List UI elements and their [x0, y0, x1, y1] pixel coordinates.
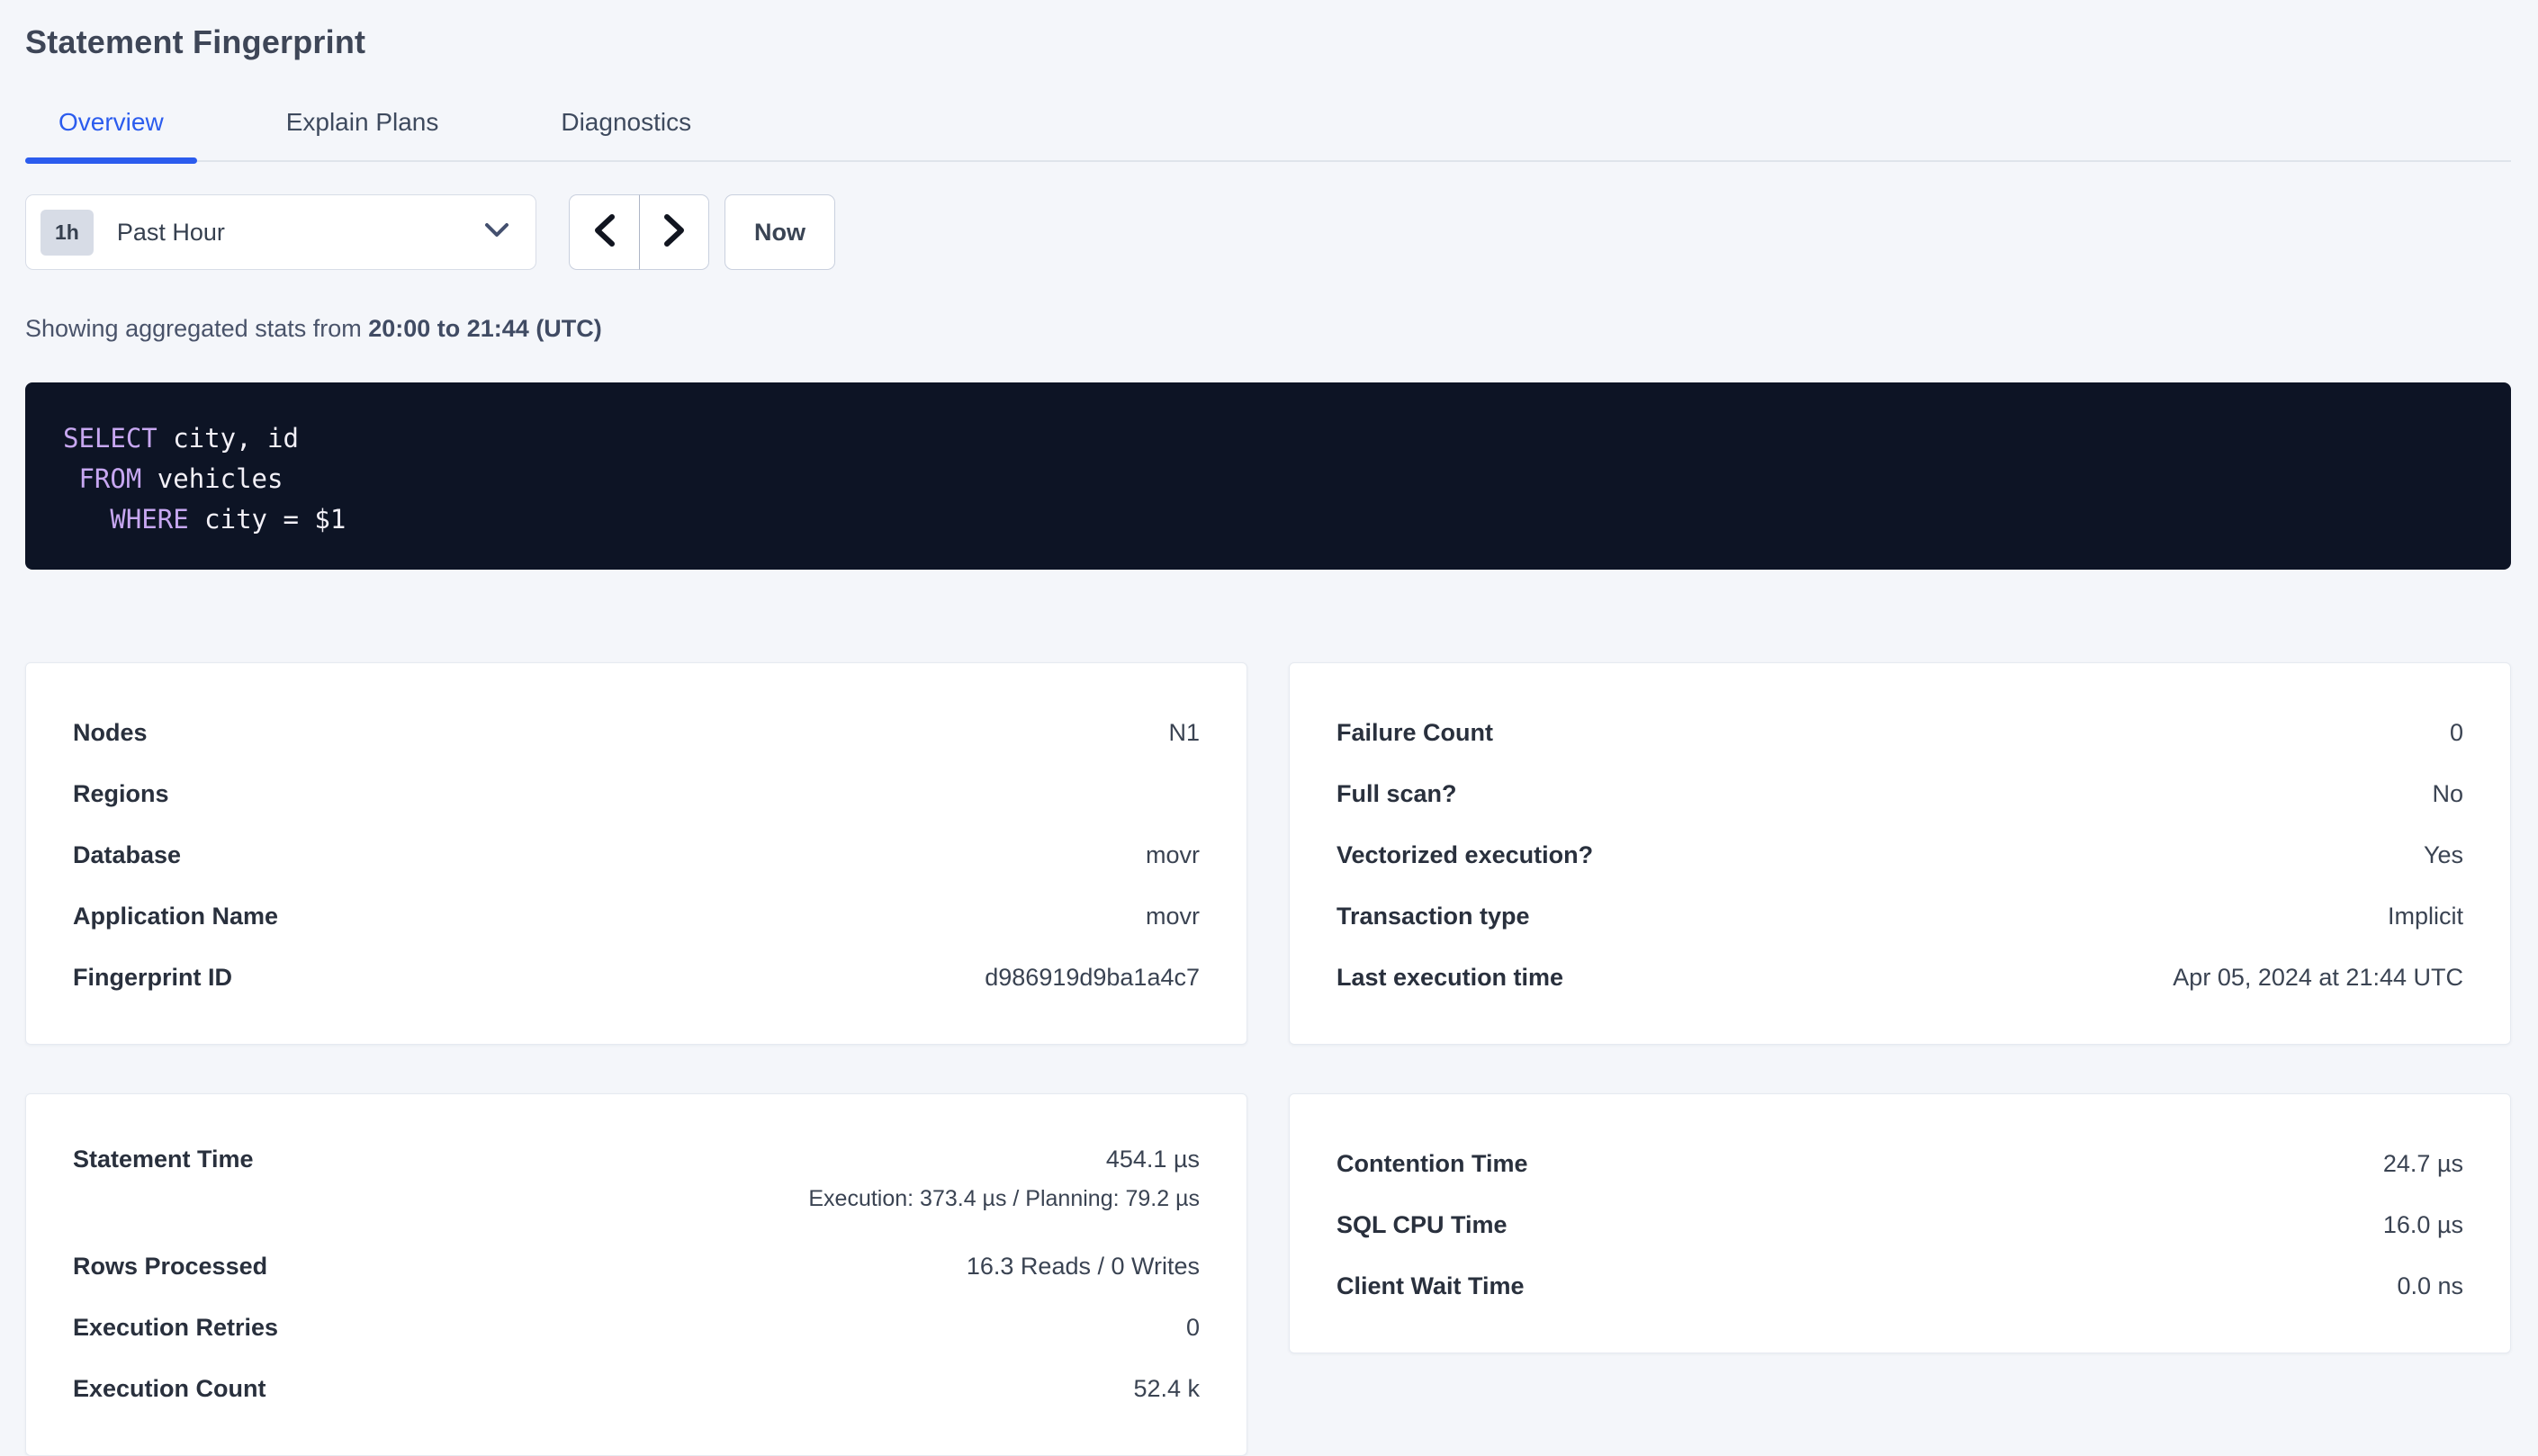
- table-row: Execution Count 52.4 k: [73, 1358, 1200, 1419]
- time-step-buttons: [569, 194, 709, 270]
- table-row: Nodes N1: [73, 702, 1200, 763]
- row-value: 52.4 k: [1133, 1375, 1200, 1403]
- row-value: Yes: [2424, 841, 2463, 869]
- row-value: 0: [1186, 1314, 1200, 1342]
- time-toolbar: 1h Past Hour Now: [25, 194, 2511, 270]
- table-row: Vectorized execution? Yes: [1336, 824, 2463, 885]
- row-value: movr: [1146, 841, 1200, 869]
- row-value: Apr 05, 2024 at 21:44 UTC: [2173, 964, 2463, 992]
- sql-text: city = $1: [189, 504, 346, 535]
- caption-prefix: Showing aggregated stats from: [25, 315, 368, 342]
- row-label: Vectorized execution?: [1336, 841, 1593, 869]
- application-name-link[interactable]: movr: [1146, 903, 1200, 930]
- table-row: Failure Count 0: [1336, 702, 2463, 763]
- sql-text: vehicles: [141, 463, 283, 494]
- time-range-label: Past Hour: [117, 219, 483, 247]
- sql-text: city, id: [158, 423, 299, 454]
- row-label: Execution Count: [73, 1375, 266, 1403]
- time-range-dropdown[interactable]: 1h Past Hour: [25, 194, 536, 270]
- execution-attributes-card: Failure Count 0 Full scan? No Vectorized…: [1289, 662, 2511, 1045]
- row-value: d986919d9ba1a4c7: [985, 964, 1200, 992]
- table-row: Contention Time 24.7 µs: [1336, 1133, 2463, 1194]
- statement-time-value: 454.1 µs: [808, 1146, 1200, 1173]
- caption-range: 20:00 to 21:44 (UTC): [368, 315, 602, 342]
- row-value: 0.0 ns: [2397, 1272, 2463, 1300]
- sql-keyword: SELECT: [63, 423, 158, 454]
- row-label: Database: [73, 841, 181, 869]
- page-content: Statement Fingerprint Overview Explain P…: [0, 0, 2538, 1456]
- row-label: Full scan?: [1336, 780, 1457, 808]
- row-label: Last execution time: [1336, 964, 1563, 992]
- now-button[interactable]: Now: [724, 194, 835, 270]
- tab-explain-plans[interactable]: Explain Plans: [253, 97, 472, 160]
- table-row: SQL CPU Time 16.0 µs: [1336, 1194, 2463, 1255]
- tab-overview[interactable]: Overview: [25, 97, 197, 160]
- row-value: No: [2432, 780, 2463, 808]
- sql-line: SELECT city, id: [63, 418, 2473, 459]
- sql-statement-box: SELECT city, id FROM vehicles WHERE city…: [25, 382, 2511, 570]
- tab-diagnostics[interactable]: Diagnostics: [527, 97, 724, 160]
- table-row: Rows Processed 16.3 Reads / 0 Writes: [73, 1236, 1200, 1297]
- chevron-left-icon: [593, 213, 616, 252]
- row-label: Client Wait Time: [1336, 1272, 1525, 1300]
- previous-interval-button[interactable]: [569, 194, 639, 270]
- chevron-down-icon: [483, 221, 510, 244]
- row-value: Implicit: [2388, 903, 2463, 930]
- row-value: 0: [2450, 719, 2463, 747]
- next-interval-button[interactable]: [639, 194, 709, 270]
- row-label: Execution Retries: [73, 1314, 278, 1342]
- statement-time-breakdown: Execution: 373.4 µs / Planning: 79.2 µs: [808, 1186, 1200, 1212]
- nodes-link[interactable]: N1: [1168, 719, 1200, 747]
- row-value: 24.7 µs: [2383, 1150, 2463, 1178]
- row-label: Nodes: [73, 719, 148, 747]
- row-label: Application Name: [73, 903, 278, 930]
- table-row: Fingerprint ID d986919d9ba1a4c7: [73, 947, 1200, 1008]
- row-value: 16.3 Reads / 0 Writes: [967, 1253, 1200, 1281]
- statement-details-card: Nodes N1 Regions Database movr Applicati…: [25, 662, 1247, 1045]
- table-row: Transaction type Implicit: [1336, 885, 2463, 947]
- table-row: Regions: [73, 763, 1200, 824]
- sql-line: WHERE city = $1: [63, 499, 2473, 540]
- wait-time-stats-card: Contention Time 24.7 µs SQL CPU Time 16.…: [1289, 1093, 2511, 1353]
- row-label: Regions: [73, 780, 169, 808]
- row-label: Failure Count: [1336, 719, 1493, 747]
- row-value: 16.0 µs: [2383, 1211, 2463, 1239]
- row-label: SQL CPU Time: [1336, 1211, 1508, 1239]
- summary-cards-grid: Nodes N1 Regions Database movr Applicati…: [25, 662, 2511, 1456]
- row-label: Rows Processed: [73, 1253, 267, 1281]
- row-label: Fingerprint ID: [73, 964, 232, 992]
- row-label: Statement Time: [73, 1146, 254, 1173]
- sql-keyword: FROM: [78, 463, 141, 494]
- chevron-right-icon: [662, 213, 686, 252]
- interval-badge: 1h: [40, 210, 94, 256]
- statement-stats-card: Statement Time 454.1 µs Execution: 373.4…: [25, 1093, 1247, 1456]
- aggregated-stats-caption: Showing aggregated stats from 20:00 to 2…: [25, 315, 2511, 343]
- table-row: Application Name movr: [73, 885, 1200, 947]
- row-label: Transaction type: [1336, 903, 1530, 930]
- table-row: Database movr: [73, 824, 1200, 885]
- sql-keyword: WHERE: [110, 504, 188, 535]
- table-row: Full scan? No: [1336, 763, 2463, 824]
- row-label: Contention Time: [1336, 1150, 1528, 1178]
- table-row: Last execution time Apr 05, 2024 at 21:4…: [1336, 947, 2463, 1008]
- page-title: Statement Fingerprint: [25, 23, 2511, 61]
- sql-line: FROM vehicles: [63, 459, 2473, 499]
- tab-bar: Overview Explain Plans Diagnostics: [25, 97, 2511, 162]
- table-row: Client Wait Time 0.0 ns: [1336, 1255, 2463, 1317]
- statement-time-row: Statement Time 454.1 µs Execution: 373.4…: [73, 1133, 1200, 1236]
- table-row: Execution Retries 0: [73, 1297, 1200, 1358]
